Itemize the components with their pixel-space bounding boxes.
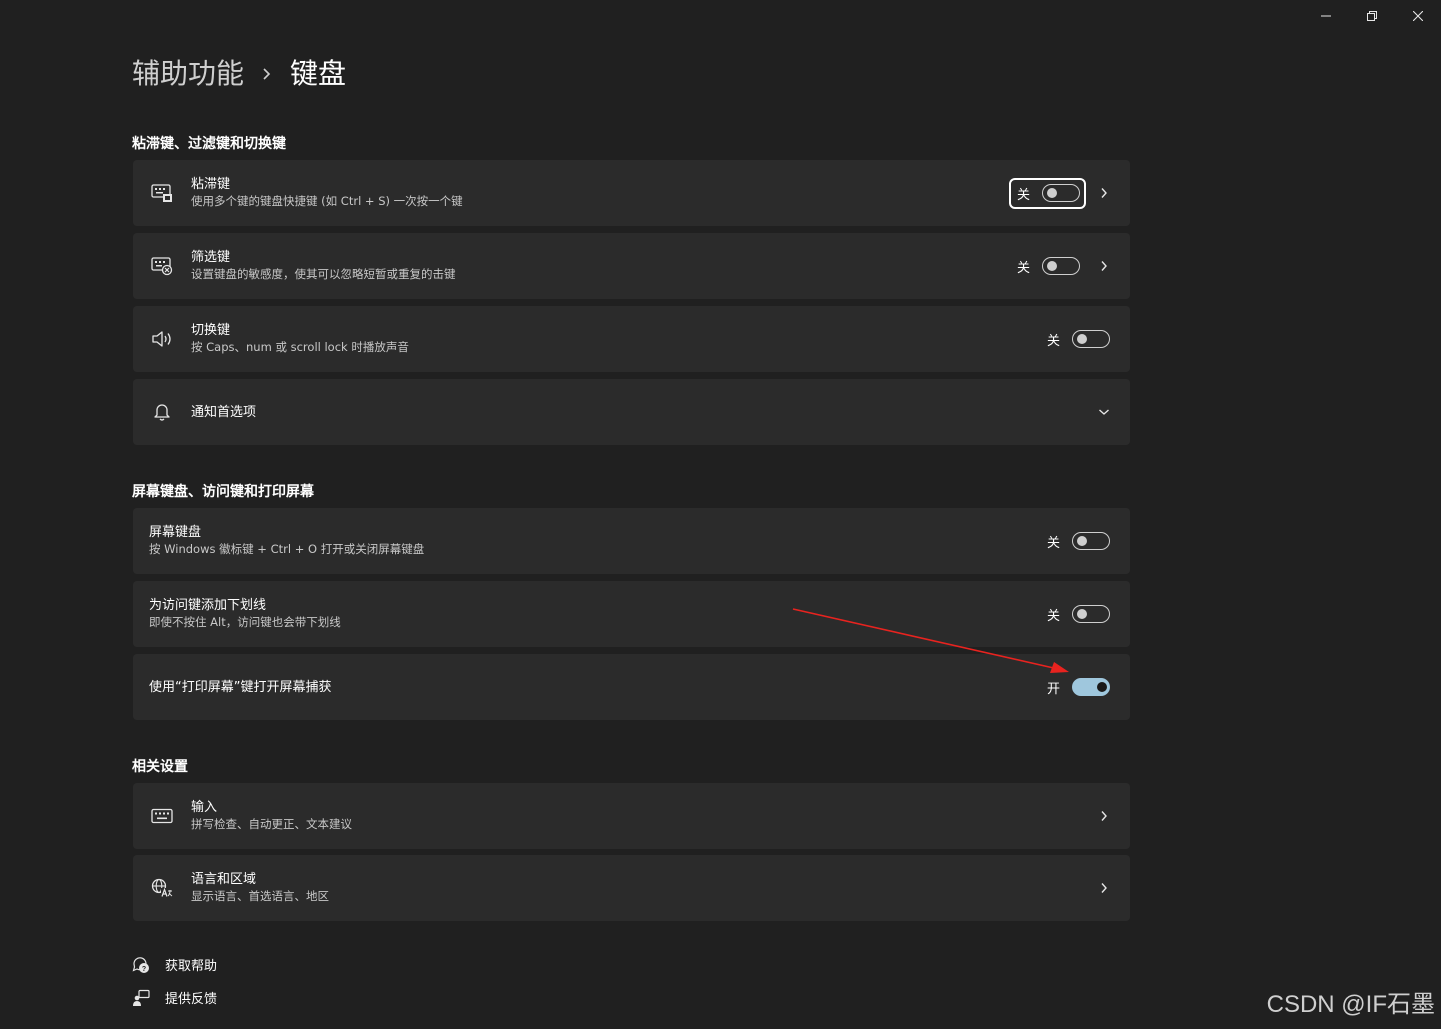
chevron-down-icon[interactable] — [1092, 408, 1116, 416]
toggle-keys-title: 切换键 — [191, 323, 231, 338]
section-title-onscreen: 屏幕键盘、访问键和打印屏幕 — [132, 484, 314, 500]
minimize-button[interactable] — [1303, 0, 1349, 32]
onscreen-keyboard-subtitle: 按 Windows 徽标键 + Ctrl + O 打开或关闭屏幕键盘 — [149, 542, 425, 556]
help-chat-icon: ? — [132, 956, 154, 974]
sticky-keys-toggle-group[interactable]: 关 — [1008, 177, 1086, 209]
breadcrumb: 辅助功能 键盘 — [132, 52, 346, 96]
toggle-keys-toggle[interactable] — [1072, 330, 1110, 348]
chevron-right-icon — [262, 67, 272, 81]
get-help-text: 获取帮助 — [165, 959, 218, 974]
setting-filter-keys[interactable]: 筛选键 设置键盘的敏感度，使其可以忽略短暂或重复的击键 关 — [133, 233, 1130, 299]
toggle-keys-toggle-group[interactable]: 关 — [1039, 324, 1116, 355]
onscreen-keyboard-state: 关 — [1046, 535, 1060, 551]
restore-button[interactable] — [1349, 0, 1395, 32]
chevron-right-icon[interactable] — [1092, 882, 1116, 894]
print-screen-capture-toggle[interactable] — [1072, 678, 1110, 696]
filter-keys-state: 关 — [1016, 260, 1030, 276]
filter-keys-toggle[interactable] — [1042, 257, 1080, 275]
typing-title: 输入 — [191, 800, 218, 815]
setting-toggle-keys[interactable]: 切换键 按 Caps、num 或 scroll lock 时播放声音 关 — [133, 306, 1130, 372]
filter-keys-title: 筛选键 — [191, 250, 231, 265]
toggle-knob — [1047, 261, 1057, 271]
underline-access-keys-toggle-group[interactable]: 关 — [1039, 599, 1116, 630]
section-title-sticky: 粘滞键、过滤键和切换键 — [132, 136, 286, 152]
sticky-keys-title: 粘滞键 — [191, 177, 231, 192]
print-screen-capture-toggle-group[interactable]: 开 — [1039, 672, 1116, 703]
underline-access-keys-title: 为访问键添加下划线 — [149, 598, 267, 613]
setting-sticky-keys[interactable]: 粘滞键 使用多个键的键盘快捷键 (如 Ctrl + S) 一次按一个键 关 — [133, 160, 1130, 226]
filter-keys-icon — [133, 256, 191, 276]
chevron-right-icon[interactable] — [1092, 260, 1116, 272]
language-region-subtitle: 显示语言、首选语言、地区 — [191, 889, 329, 903]
toggle-knob — [1077, 536, 1087, 546]
filter-keys-toggle-group[interactable]: 关 — [1009, 251, 1086, 282]
minimize-icon — [1321, 15, 1331, 17]
setting-notification-preferences[interactable]: 通知首选项 — [133, 379, 1130, 445]
onscreen-keyboard-toggle[interactable] — [1072, 532, 1110, 550]
typing-subtitle: 拼写检查、自动更正、文本建议 — [191, 817, 352, 831]
sticky-keys-toggle[interactable] — [1042, 184, 1080, 202]
setting-print-screen-capture[interactable]: 使用“打印屏幕”键打开屏幕捕获 开 — [133, 654, 1130, 720]
notification-preferences-title: 通知首选项 — [191, 404, 257, 420]
window-controls — [1303, 0, 1441, 32]
underline-access-keys-subtitle: 即使不按住 Alt，访问键也会带下划线 — [149, 615, 341, 629]
section-title-related: 相关设置 — [132, 759, 188, 775]
toggle-knob — [1097, 682, 1107, 692]
onscreen-keyboard-toggle-group[interactable]: 关 — [1039, 526, 1116, 557]
sticky-keys-icon — [133, 183, 191, 203]
setting-onscreen-keyboard[interactable]: 屏幕键盘 按 Windows 徽标键 + Ctrl + O 打开或关闭屏幕键盘 … — [133, 508, 1130, 574]
restore-icon — [1367, 11, 1377, 21]
keyboard-icon — [133, 808, 191, 824]
chevron-right-icon[interactable] — [1092, 810, 1116, 822]
toggle-keys-state: 关 — [1046, 333, 1060, 349]
print-screen-capture-state: 开 — [1046, 681, 1060, 697]
chevron-right-icon[interactable] — [1092, 187, 1116, 199]
toggle-knob — [1077, 609, 1087, 619]
give-feedback-link[interactable]: 提供反馈 — [132, 988, 217, 1007]
language-region-title: 语言和区域 — [191, 872, 257, 887]
sticky-keys-state: 关 — [1016, 187, 1030, 203]
give-feedback-text: 提供反馈 — [165, 992, 218, 1007]
feedback-icon — [132, 989, 154, 1007]
toggle-knob — [1077, 334, 1087, 344]
underline-access-keys-state: 关 — [1046, 608, 1060, 624]
setting-underline-access-keys[interactable]: 为访问键添加下划线 即使不按住 Alt，访问键也会带下划线 关 — [133, 581, 1130, 647]
toggle-knob — [1047, 188, 1057, 198]
page-title: 键盘 — [290, 57, 347, 90]
language-icon — [133, 878, 191, 898]
speaker-icon — [133, 330, 191, 348]
setting-language-region[interactable]: 语言和区域 显示语言、首选语言、地区 — [133, 855, 1130, 921]
svg-text:?: ? — [142, 966, 146, 973]
sticky-keys-subtitle: 使用多个键的键盘快捷键 (如 Ctrl + S) 一次按一个键 — [191, 194, 463, 208]
close-icon — [1413, 11, 1423, 21]
setting-typing[interactable]: 输入 拼写检查、自动更正、文本建议 — [133, 783, 1130, 849]
onscreen-keyboard-title: 屏幕键盘 — [149, 525, 202, 540]
get-help-link[interactable]: ? 获取帮助 — [132, 955, 217, 974]
close-button[interactable] — [1395, 0, 1441, 32]
breadcrumb-parent[interactable]: 辅助功能 — [132, 52, 244, 96]
print-screen-capture-title: 使用“打印屏幕”键打开屏幕捕获 — [149, 679, 332, 695]
underline-access-keys-toggle[interactable] — [1072, 605, 1110, 623]
toggle-keys-subtitle: 按 Caps、num 或 scroll lock 时播放声音 — [191, 340, 409, 354]
bell-icon — [133, 402, 191, 422]
filter-keys-subtitle: 设置键盘的敏感度，使其可以忽略短暂或重复的击键 — [191, 267, 456, 281]
watermark: CSDN @IF石墨 — [1266, 991, 1435, 1018]
